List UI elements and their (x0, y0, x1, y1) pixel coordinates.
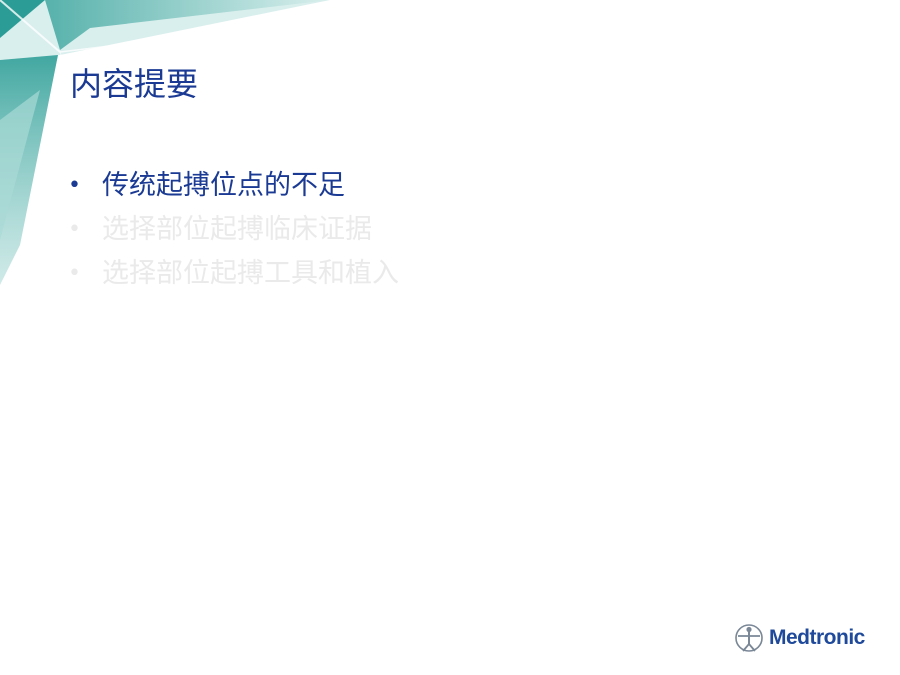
slide: 内容提要 • 传统起搏位点的不足 • 选择部位起搏临床证据 • 选择部位起搏工具和植入… (0, 0, 900, 675)
slide-title: 内容提要 (70, 65, 199, 103)
bullet-item-1: • 传统起搏位点的不足 (68, 166, 399, 210)
bullet-dot: • (68, 261, 81, 286)
bullet-dot: • (68, 173, 81, 198)
bullet-text: 选择部位起搏临床证据 (102, 214, 372, 245)
bullet-text: 传统起搏位点的不足 (102, 170, 345, 201)
bullet-list: • 传统起搏位点的不足 • 选择部位起搏临床证据 • 选择部位起搏工具和植入 (68, 166, 399, 298)
medtronic-logo: Medtronic (733, 620, 893, 656)
bullet-dot: • (68, 217, 81, 242)
bullet-text: 选择部位起搏工具和植入 (102, 258, 399, 289)
bullet-item-2: • 选择部位起搏临床证据 (68, 210, 399, 254)
medtronic-figure-icon (735, 624, 763, 652)
logo-wordmark: Medtronic (769, 626, 865, 649)
bullet-item-3: • 选择部位起搏工具和植入 (68, 254, 399, 298)
